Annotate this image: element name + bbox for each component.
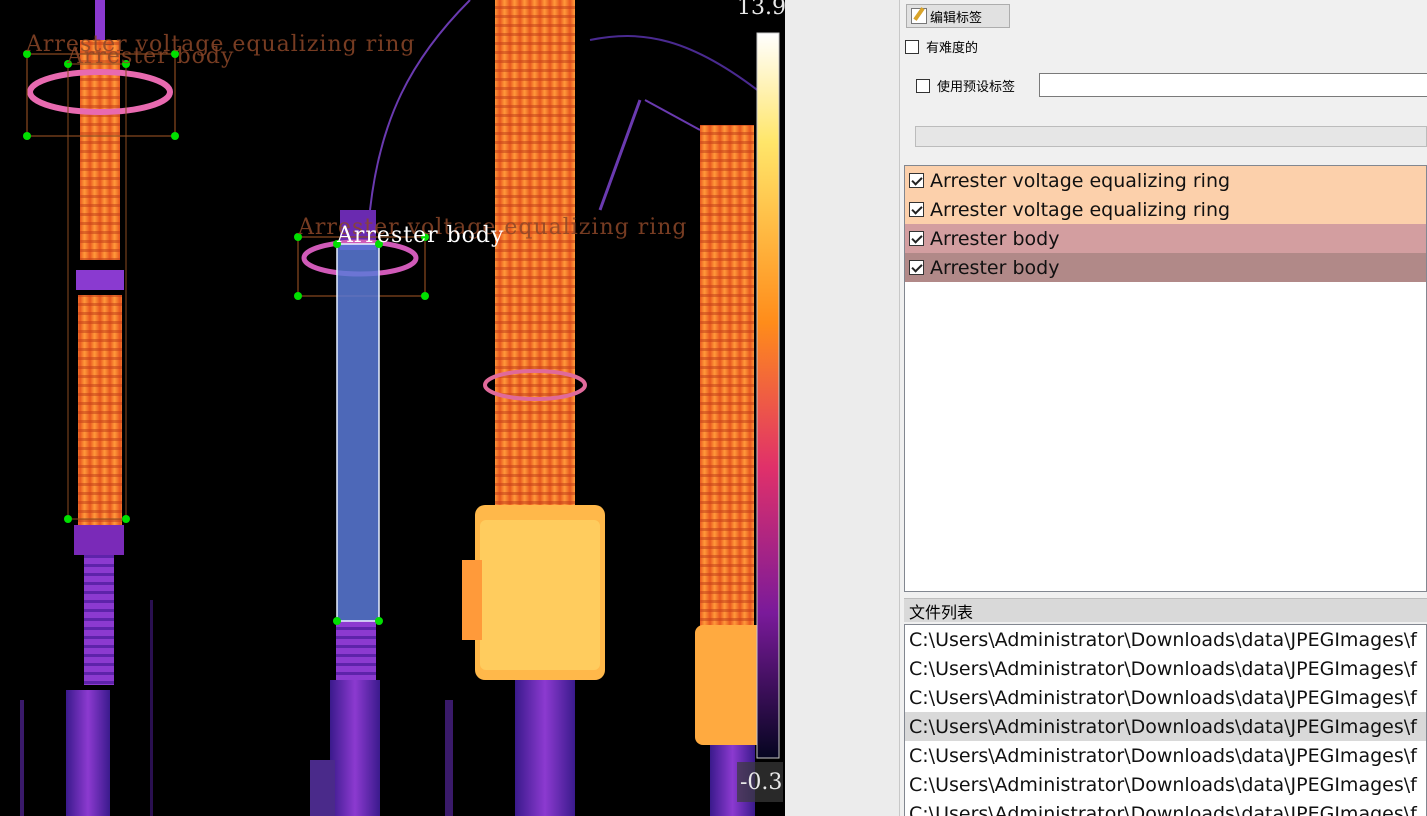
edit-icon [911, 8, 927, 24]
preset-label-checkbox-label: 使用预设标签 [937, 80, 1016, 95]
image-canvas[interactable]: Arrester voltage equalizing ring Arreste… [0, 0, 785, 816]
file-list[interactable]: C:\Users\Administrator\Downloads\data\JP… [904, 624, 1427, 816]
annotation-label-selected: Arrester body [337, 223, 505, 248]
label-list-item-text: Arrester voltage equalizing ring [930, 198, 1231, 221]
preset-label-checkbox-row[interactable]: 使用预设标签 [916, 76, 1015, 95]
file-list-title: 文件列表 [904, 598, 1427, 622]
difficult-checkbox[interactable] [905, 39, 919, 54]
label-list-item[interactable]: Arrester voltage equalizing ring [905, 166, 1426, 195]
checkbox-checked-icon[interactable] [909, 260, 924, 275]
scale-min-value: -0.3 [740, 770, 783, 795]
file-list-item[interactable]: C:\Users\Administrator\Downloads\data\JP… [905, 770, 1426, 799]
preset-label-checkbox[interactable] [916, 78, 930, 93]
file-list-item[interactable]: C:\Users\Administrator\Downloads\data\JP… [905, 625, 1426, 654]
checkbox-checked-icon[interactable] [909, 202, 924, 217]
canvas-scroll-area [785, 0, 900, 816]
checkbox-checked-icon[interactable] [909, 173, 924, 188]
scale-max-value: 13.9 [737, 0, 785, 20]
label-list-item-text: Arrester body [930, 256, 1060, 279]
checkbox-checked-icon[interactable] [909, 231, 924, 246]
preset-label-input[interactable] [1039, 73, 1427, 97]
label-list-item-text: Arrester body [930, 227, 1060, 250]
label-list-item[interactable]: Arrester voltage equalizing ring [905, 195, 1426, 224]
thermal-image [20, 0, 783, 816]
label-list[interactable]: Arrester voltage equalizing ring Arreste… [904, 165, 1427, 592]
label-list-item[interactable]: Arrester body [905, 253, 1426, 282]
label-list-item-text: Arrester voltage equalizing ring [930, 169, 1231, 192]
file-list-item[interactable]: C:\Users\Administrator\Downloads\data\JP… [905, 741, 1426, 770]
edit-label-button[interactable]: 编辑标签 [906, 4, 1010, 28]
difficult-checkbox-label: 有难度的 [926, 41, 979, 56]
label-list-item[interactable]: Arrester body [905, 224, 1426, 253]
file-list-item[interactable]: C:\Users\Administrator\Downloads\data\JP… [905, 799, 1426, 816]
difficult-checkbox-row[interactable]: 有难度的 [905, 37, 978, 56]
file-list-item[interactable]: C:\Users\Administrator\Downloads\data\JP… [905, 683, 1426, 712]
annotation-label: Arrester body [67, 44, 235, 69]
file-list-item[interactable]: C:\Users\Administrator\Downloads\data\JP… [905, 654, 1426, 683]
progress-bar [915, 126, 1427, 147]
edit-label-button-text: 编辑标签 [930, 10, 983, 26]
file-list-item-selected[interactable]: C:\Users\Administrator\Downloads\data\JP… [905, 712, 1426, 741]
